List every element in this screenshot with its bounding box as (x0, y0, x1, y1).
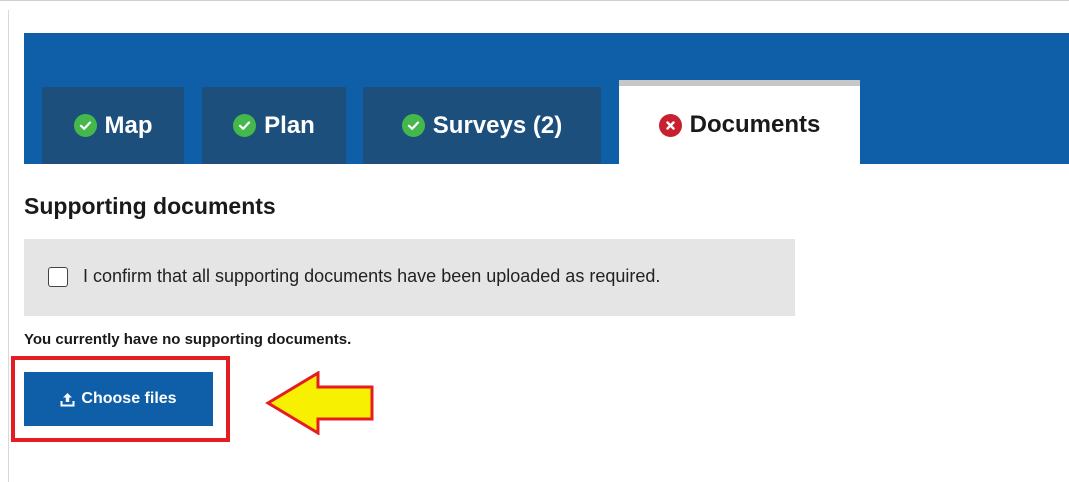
window-left-border (8, 10, 9, 482)
check-circle-icon (73, 114, 97, 137)
upload-icon (60, 392, 75, 407)
tab-label: Documents (689, 111, 821, 138)
x-circle-icon (658, 113, 682, 137)
check-circle-icon (401, 114, 425, 137)
confirm-panel: I confirm that all supporting documents … (24, 239, 795, 316)
tab-label: Map (104, 111, 153, 139)
section-title: Supporting documents (24, 193, 276, 219)
choose-files-button[interactable]: Choose files (24, 372, 213, 426)
left-arrow-icon (265, 371, 374, 435)
tab-surveys[interactable]: Surveys (2) (363, 87, 601, 164)
choose-files-label: Choose files (81, 390, 177, 407)
tab-plan[interactable]: Plan (202, 87, 346, 164)
tab-label: Plan (264, 111, 315, 139)
empty-documents-message: You currently have no supporting documen… (24, 331, 352, 348)
check-circle-icon (233, 114, 257, 137)
window-top-border (0, 0, 1069, 1)
confirm-label[interactable]: I confirm that all supporting documents … (83, 266, 660, 287)
tab-documents[interactable]: Documents (619, 80, 860, 164)
tab-label: Surveys (2) (432, 111, 563, 139)
confirm-checkbox[interactable] (48, 267, 68, 287)
tab-map[interactable]: Map (42, 87, 184, 164)
